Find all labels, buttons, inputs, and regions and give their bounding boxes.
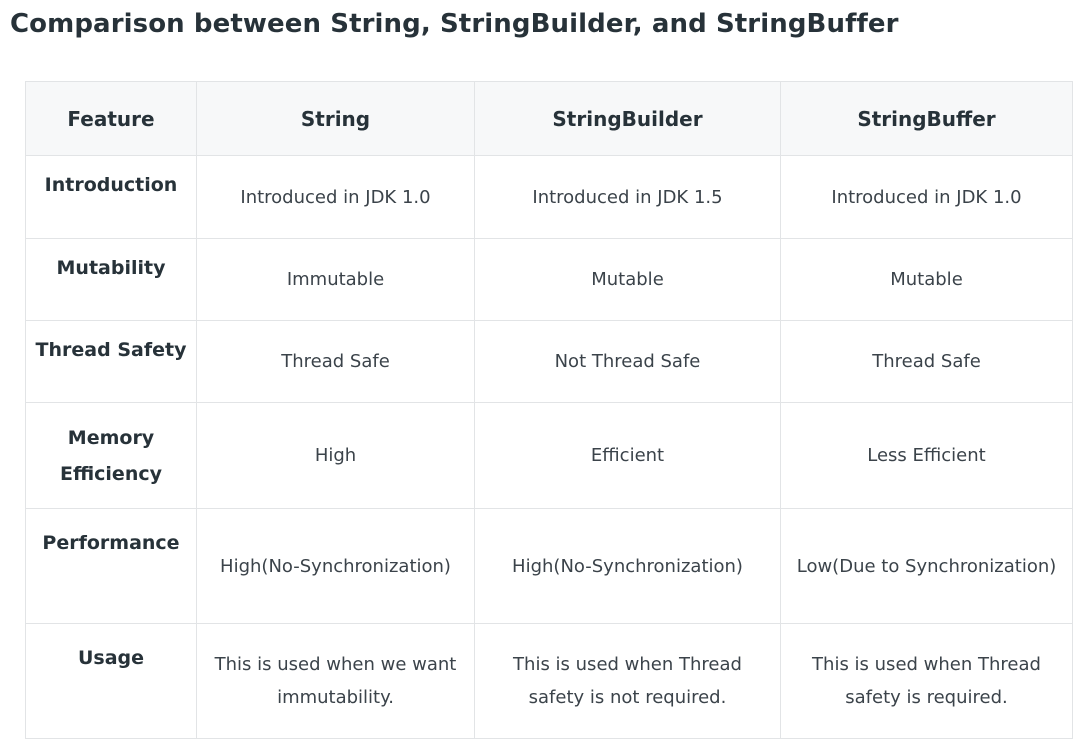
feature-cell: Memory Efficiency: [25, 402, 197, 509]
string-cell: High(No-Synchronization): [196, 508, 475, 624]
stringbuilder-cell: Efficient: [474, 402, 781, 509]
table-row: Introduction Introduced in JDK 1.0 Intro…: [25, 155, 1073, 239]
header-feature: Feature: [25, 81, 197, 156]
string-cell: Introduced in JDK 1.0: [196, 155, 475, 239]
stringbuffer-cell: Mutable: [780, 238, 1073, 321]
string-cell: High: [196, 402, 475, 509]
stringbuilder-cell: Mutable: [474, 238, 781, 321]
stringbuffer-cell: Introduced in JDK 1.0: [780, 155, 1073, 239]
stringbuilder-cell: Introduced in JDK 1.5: [474, 155, 781, 239]
string-cell: Thread Safe: [196, 320, 475, 403]
header-stringbuffer: StringBuffer: [780, 81, 1073, 156]
feature-cell: Mutability: [25, 238, 197, 321]
table-row: Mutability Immutable Mutable Mutable: [25, 238, 1073, 321]
table-row: Memory Efficiency High Efficient Less Ef…: [25, 402, 1073, 509]
header-stringbuilder: StringBuilder: [474, 81, 781, 156]
feature-cell: Thread Safety: [25, 320, 197, 403]
page-title: Comparison between String, StringBuilder…: [10, 9, 899, 39]
stringbuilder-cell: This is used when Thread safety is not r…: [474, 623, 781, 739]
comparison-table: Feature String StringBuilder StringBuffe…: [25, 81, 1073, 739]
string-cell: Immutable: [196, 238, 475, 321]
stringbuffer-cell: Low(Due to Synchronization): [780, 508, 1073, 624]
table-row: Usage This is used when we want immutabi…: [25, 623, 1073, 739]
table-header-row: Feature String StringBuilder StringBuffe…: [25, 81, 1073, 156]
stringbuilder-cell: High(No-Synchronization): [474, 508, 781, 624]
stringbuffer-cell: Thread Safe: [780, 320, 1073, 403]
stringbuilder-cell: Not Thread Safe: [474, 320, 781, 403]
feature-cell: Usage: [25, 623, 197, 739]
feature-cell: Performance: [25, 508, 197, 624]
string-cell: This is used when we want immutability.: [196, 623, 475, 739]
table-row: Thread Safety Thread Safe Not Thread Saf…: [25, 320, 1073, 403]
feature-cell: Introduction: [25, 155, 197, 239]
table-row: Performance High(No-Synchronization) Hig…: [25, 508, 1073, 624]
stringbuffer-cell: Less Efficient: [780, 402, 1073, 509]
stringbuffer-cell: This is used when Thread safety is requi…: [780, 623, 1073, 739]
header-string: String: [196, 81, 475, 156]
